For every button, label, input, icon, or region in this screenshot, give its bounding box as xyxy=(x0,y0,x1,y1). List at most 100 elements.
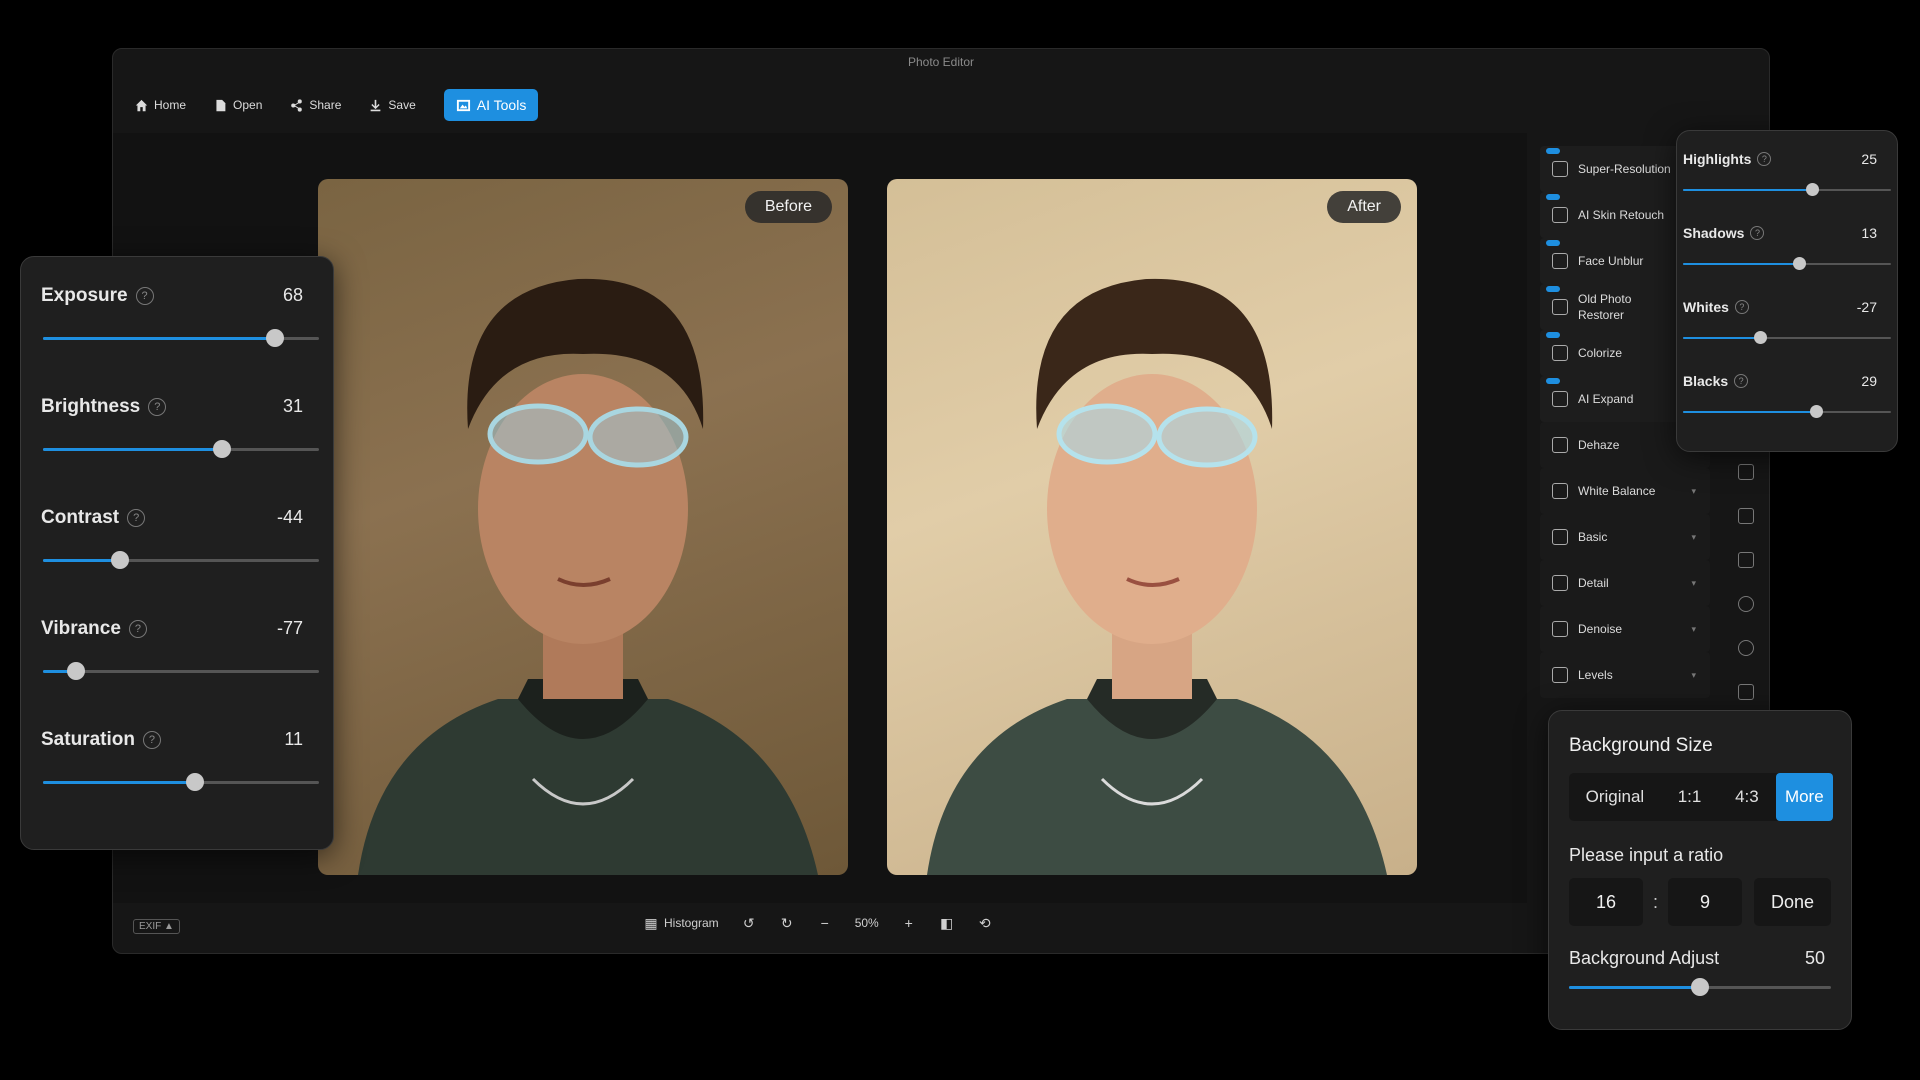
filter-icon[interactable] xyxy=(1738,596,1754,612)
super-resolution-icon xyxy=(1552,161,1568,177)
help-icon[interactable]: ? xyxy=(1750,226,1765,240)
adjust-value: -27 xyxy=(1856,299,1877,315)
tool-item-basic[interactable]: Basic ▾ xyxy=(1540,514,1710,560)
slider-knob[interactable] xyxy=(1691,978,1709,996)
tool-label: Denoise xyxy=(1578,622,1623,636)
zoom-in-icon[interactable]: + xyxy=(901,915,917,931)
chevron-down-icon: ▾ xyxy=(1691,577,1696,588)
zoom-out-icon[interactable]: − xyxy=(817,915,833,931)
target-icon[interactable] xyxy=(1738,640,1754,656)
exif-toggle[interactable]: EXIF ▲ xyxy=(133,919,180,934)
levels-icon xyxy=(1552,667,1568,683)
edit-icon[interactable] xyxy=(1738,508,1754,524)
chevron-down-icon: ▾ xyxy=(1691,531,1696,542)
ratio-prompt: Please input a ratio xyxy=(1569,845,1724,865)
tone-adjust-panel: Highlights? 25 Shadows? 13 Whites? -27 Blacks?… xyxy=(1676,130,1898,452)
histogram-button[interactable]: ▦ Histogram xyxy=(643,915,719,931)
background-size-panel: Background Size Original 1:1 4:3 More Pleas… xyxy=(1548,710,1852,1030)
reset-icon[interactable]: ⟲ xyxy=(977,915,993,931)
before-badge: Before xyxy=(744,191,832,223)
adjust-value: 31 xyxy=(282,396,303,416)
top-toolbar: Home Open Share Save AI Tools xyxy=(125,85,539,125)
adjust-label-text: Highlights xyxy=(1683,151,1752,167)
ratio-tab-more[interactable]: More xyxy=(1775,773,1833,821)
adjust-value: -44 xyxy=(276,507,303,527)
slider-knob[interactable] xyxy=(185,773,204,791)
ratio-tab-4-3[interactable]: 4:3 xyxy=(1718,773,1775,821)
whites-slider[interactable] xyxy=(1683,331,1891,344)
slider-knob[interactable] xyxy=(213,440,232,458)
slider-knob[interactable] xyxy=(1793,257,1807,270)
help-icon[interactable]: ? xyxy=(148,398,167,416)
background-adjust-slider[interactable] xyxy=(1569,978,1831,996)
ai-tools-button[interactable]: AI Tools xyxy=(443,89,539,121)
slider-knob[interactable] xyxy=(1810,405,1824,418)
exposure-slider[interactable] xyxy=(43,329,319,347)
slider-knob[interactable] xyxy=(265,329,284,347)
adjust-label-text: Exposure xyxy=(41,285,128,306)
slider-knob[interactable] xyxy=(1753,331,1767,344)
tool-item-levels[interactable]: Levels ▾ xyxy=(1540,652,1710,698)
shadows-slider[interactable] xyxy=(1683,257,1891,270)
grid-icon[interactable] xyxy=(1738,552,1754,568)
share-button[interactable]: Share xyxy=(280,90,351,120)
help-icon[interactable]: ? xyxy=(142,731,161,749)
slider-knob[interactable] xyxy=(1805,183,1819,196)
basic-adjust-panel: Exposure? 68 Brightness? 31 Contrast? -44 Vibr… xyxy=(20,256,334,850)
tool-item-white-balance[interactable]: White Balance ▾ xyxy=(1540,468,1710,514)
save-button[interactable]: Save xyxy=(359,90,425,120)
ai-badge xyxy=(1546,332,1560,338)
slider-knob[interactable] xyxy=(111,551,130,569)
zoom-level: 50% xyxy=(854,916,879,930)
compare-icon[interactable]: ◧ xyxy=(939,915,955,931)
slider-knob[interactable] xyxy=(67,662,86,680)
done-button[interactable]: Done xyxy=(1754,878,1831,926)
help-icon[interactable]: ? xyxy=(1757,152,1772,166)
contrast-slider[interactable] xyxy=(43,551,319,569)
ratio-height-input[interactable] xyxy=(1668,878,1743,926)
rotate-left-icon[interactable]: ↺ xyxy=(741,915,757,931)
help-icon[interactable]: ? xyxy=(1734,300,1749,314)
help-icon[interactable]: ? xyxy=(135,287,154,305)
vibrance-slider[interactable] xyxy=(43,662,319,680)
adjust-label-text: Whites xyxy=(1683,299,1729,315)
adjust-row-highlights: Highlights? 25 xyxy=(1683,151,1891,225)
crop-icon[interactable] xyxy=(1738,464,1754,480)
old-photo-restorer-icon xyxy=(1552,299,1568,315)
adjust-value: -77 xyxy=(276,618,303,638)
brightness-slider[interactable] xyxy=(43,440,319,458)
portrait-image xyxy=(358,278,818,875)
portrait-image xyxy=(927,278,1387,875)
help-icon[interactable]: ? xyxy=(127,509,146,527)
ratio-inputs: : Done xyxy=(1569,878,1831,926)
blacks-slider[interactable] xyxy=(1683,405,1891,418)
chevron-down-icon: ▾ xyxy=(1691,485,1696,496)
home-label: Home xyxy=(154,98,187,112)
help-icon[interactable]: ? xyxy=(1734,374,1749,388)
dehaze-icon xyxy=(1552,437,1568,453)
before-photo[interactable]: Before xyxy=(318,179,848,875)
tool-label: Colorize xyxy=(1578,346,1623,360)
tool-item-detail[interactable]: Detail ▾ xyxy=(1540,560,1710,606)
detail-icon xyxy=(1552,575,1568,591)
layers-icon[interactable] xyxy=(1738,684,1754,700)
ai-badge xyxy=(1546,286,1560,292)
open-button[interactable]: Open xyxy=(204,90,272,120)
ratio-tab-original[interactable]: Original xyxy=(1569,773,1661,821)
tool-item-denoise[interactable]: Denoise ▾ xyxy=(1540,606,1710,652)
histogram-label: Histogram xyxy=(664,916,719,930)
ratio-separator: : xyxy=(1653,891,1659,912)
rotate-right-icon[interactable]: ↻ xyxy=(779,915,795,931)
help-icon[interactable]: ? xyxy=(128,620,147,638)
tool-label: Detail xyxy=(1578,576,1609,590)
slider-fill xyxy=(1683,189,1812,191)
ratio-tab-1-1[interactable]: 1:1 xyxy=(1661,773,1718,821)
saturation-slider[interactable] xyxy=(43,773,319,791)
highlights-slider[interactable] xyxy=(1683,183,1891,196)
ratio-width-input[interactable] xyxy=(1569,878,1643,926)
adjust-label: Exposure? xyxy=(41,285,313,307)
home-button[interactable]: Home xyxy=(125,90,196,120)
adjust-label: Brightness? xyxy=(41,396,313,418)
slider-fill xyxy=(43,337,275,340)
after-photo[interactable]: After xyxy=(887,179,1417,875)
